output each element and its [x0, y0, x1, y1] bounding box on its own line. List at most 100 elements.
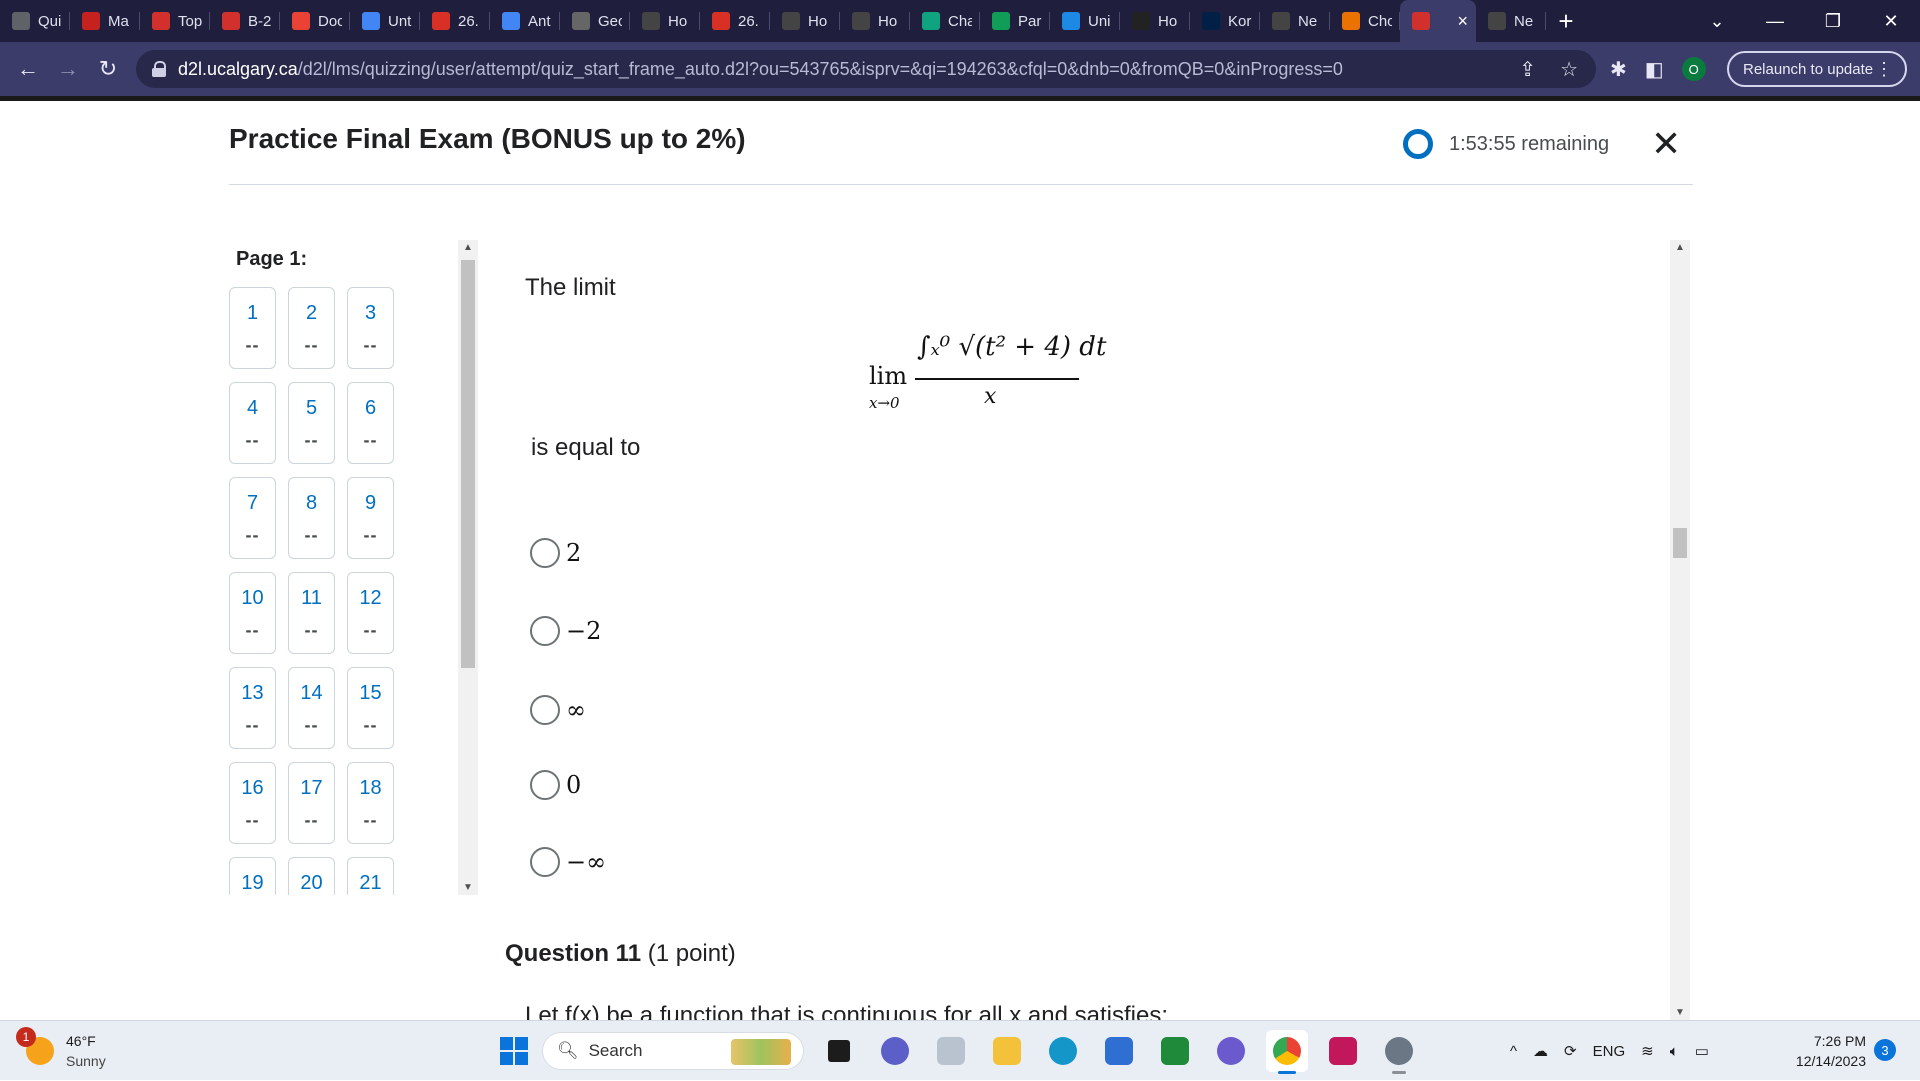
page-scrollbar[interactable]: ▲ ▼ [1670, 240, 1690, 1020]
browser-tab[interactable]: Ho [630, 0, 700, 42]
windows-start-icon[interactable] [500, 1037, 528, 1065]
radio-button[interactable] [530, 538, 560, 568]
browser-tab[interactable]: Ho [770, 0, 840, 42]
browser-tab[interactable]: Cho [1330, 0, 1400, 42]
browser-tab[interactable]: Uni [1050, 0, 1120, 42]
scroll-up-arrow-icon[interactable]: ▲ [1670, 242, 1690, 253]
browser-tab[interactable]: Qui [0, 0, 70, 42]
clock[interactable]: 7:26 PM 12/14/2023 [1786, 1031, 1866, 1071]
new-tab-button[interactable]: + [1546, 6, 1586, 37]
reload-button[interactable]: ↻ [88, 56, 128, 82]
question-nav-item[interactable]: 19 [229, 857, 276, 895]
widgets-icon[interactable] [930, 1030, 972, 1072]
radio-button[interactable] [530, 847, 560, 877]
sync-icon[interactable]: ⟳ [1564, 1042, 1577, 1060]
menu-dots-icon[interactable]: ⋮ [1875, 59, 1893, 80]
question-nav-item[interactable]: 5 -- [288, 382, 335, 464]
question-nav-item[interactable]: 7 -- [229, 477, 276, 559]
timer[interactable]: 1:53:55 remaining [1403, 129, 1609, 159]
file-explorer-icon[interactable] [986, 1030, 1028, 1072]
onedrive-cloud-icon[interactable]: ☁ [1533, 1042, 1548, 1060]
bookmark-star-icon[interactable]: ☆ [1560, 57, 1578, 82]
minimize-button[interactable]: — [1746, 11, 1804, 32]
extensions-puzzle-icon[interactable]: ✱ [1610, 57, 1627, 82]
answer-option[interactable]: 0 [530, 770, 581, 800]
chrome-icon[interactable] [1266, 1030, 1308, 1074]
profile-avatar[interactable]: O [1681, 57, 1706, 81]
share-icon[interactable]: ⇪ [1519, 57, 1536, 82]
show-hidden-icons-icon[interactable]: ^ [1510, 1043, 1517, 1060]
close-quiz-button[interactable]: ✕ [1651, 123, 1681, 165]
browser-tab[interactable]: B-2 [210, 0, 280, 42]
scroll-thumb[interactable] [1673, 528, 1687, 558]
answer-option[interactable]: ∞ [530, 695, 586, 725]
scroll-down-arrow-icon[interactable]: ▼ [458, 882, 478, 893]
question-nav-item[interactable]: 11 -- [288, 572, 335, 654]
question-nav-item[interactable]: 4 -- [229, 382, 276, 464]
battery-icon[interactable]: ▭ [1695, 1042, 1709, 1060]
copilot-icon[interactable] [1210, 1030, 1252, 1072]
store-icon[interactable] [1098, 1030, 1140, 1072]
browser-tab[interactable]: Ne [1260, 0, 1330, 42]
browser-tab[interactable]: Ma [70, 0, 140, 42]
xbox-icon[interactable] [1154, 1030, 1196, 1072]
weather-widget[interactable]: 1 46°F Sunny [16, 1027, 106, 1071]
lock-icon[interactable] [152, 61, 166, 77]
taskbar-search[interactable]: 🔍︎ Search [542, 1032, 804, 1070]
wifi-icon[interactable]: ≋ [1641, 1042, 1654, 1060]
photo-app-icon[interactable] [1322, 1030, 1364, 1072]
browser-tab[interactable]: Ho [1120, 0, 1190, 42]
teams-chat-icon[interactable] [874, 1030, 916, 1072]
browser-tab[interactable]: Top [140, 0, 210, 42]
browser-tab[interactable]: Par [980, 0, 1050, 42]
question-nav-item[interactable]: 15 -- [347, 667, 394, 749]
browser-tab[interactable]: Ne [1476, 0, 1546, 42]
scroll-up-arrow-icon[interactable]: ▲ [458, 242, 478, 253]
question-nav-item[interactable]: 21 [347, 857, 394, 895]
question-nav-item[interactable]: 17 -- [288, 762, 335, 844]
back-button[interactable]: ← [8, 56, 48, 82]
navigation-scrollbar[interactable]: ▲ ▼ [458, 240, 478, 895]
edge-icon[interactable] [1042, 1030, 1084, 1072]
close-window-button[interactable]: ✕ [1862, 11, 1920, 32]
scroll-down-arrow-icon[interactable]: ▼ [1670, 1007, 1690, 1018]
browser-tab[interactable]: 26. [420, 0, 490, 42]
answer-option[interactable]: 2 [530, 538, 581, 568]
question-nav-item[interactable]: 16 -- [229, 762, 276, 844]
radio-button[interactable] [530, 695, 560, 725]
question-nav-item[interactable]: 3 -- [347, 287, 394, 369]
language-indicator[interactable]: ENG [1593, 1043, 1626, 1060]
volume-icon[interactable]: 🔈︎ [1670, 1043, 1679, 1060]
browser-tab[interactable]: Kor [1190, 0, 1260, 42]
question-nav-item[interactable]: 10 -- [229, 572, 276, 654]
restore-button[interactable]: ❐ [1804, 11, 1862, 32]
address-bar[interactable]: d2l.ucalgary.ca/d2l/lms/quizzing/user/at… [136, 50, 1596, 88]
settings-gear-icon[interactable] [1378, 1030, 1420, 1074]
question-nav-item[interactable]: 20 [288, 857, 335, 895]
scroll-thumb[interactable] [461, 260, 475, 668]
relaunch-button[interactable]: Relaunch to update ⋮ [1727, 51, 1907, 87]
forward-button[interactable]: → [48, 56, 88, 82]
browser-tab[interactable]: Ho [840, 0, 910, 42]
question-nav-item[interactable]: 2 -- [288, 287, 335, 369]
task-view-icon[interactable] [818, 1030, 860, 1072]
answer-option[interactable]: −2 [530, 616, 601, 646]
question-nav-item[interactable]: 1 -- [229, 287, 276, 369]
close-tab-icon[interactable]: × [1457, 11, 1468, 32]
question-nav-item[interactable]: 14 -- [288, 667, 335, 749]
question-nav-item[interactable]: 6 -- [347, 382, 394, 464]
browser-tab[interactable]: Doc [280, 0, 350, 42]
browser-tab[interactable]: Cha [910, 0, 980, 42]
side-panel-icon[interactable]: ◧ [1645, 57, 1664, 82]
notification-badge[interactable]: 3 [1874, 1039, 1896, 1061]
question-nav-item[interactable]: 18 -- [347, 762, 394, 844]
tab-search-icon[interactable]: ⌄ [1688, 11, 1746, 32]
radio-button[interactable] [530, 770, 560, 800]
question-nav-item[interactable]: 12 -- [347, 572, 394, 654]
question-nav-item[interactable]: 13 -- [229, 667, 276, 749]
answer-option[interactable]: −∞ [530, 847, 606, 877]
browser-tab[interactable]: Unt [350, 0, 420, 42]
browser-tab[interactable]: × [1400, 0, 1476, 42]
browser-tab[interactable]: Ant [490, 0, 560, 42]
radio-button[interactable] [530, 616, 560, 646]
